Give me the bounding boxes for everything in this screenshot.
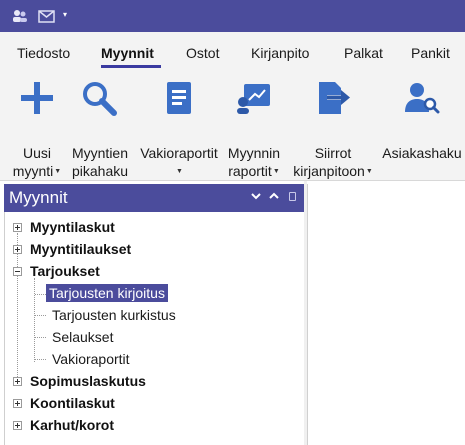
plus-icon (19, 80, 55, 121)
standard-reports-dropdown: ▼ (176, 168, 183, 175)
ribbon: Tiedosto Myynnit Ostot Kirjanpito Palkat… (0, 32, 465, 181)
collapse-up-icon[interactable] (268, 189, 280, 207)
tree-line (34, 278, 35, 362)
tree-item-sopimuslaskutus[interactable]: Sopimuslaskutus (30, 372, 146, 390)
pane-title: Myynnit (9, 188, 68, 207)
customer-search-icon (404, 80, 440, 121)
tree-item-myyntilaskut[interactable]: Myyntilaskut (30, 218, 115, 236)
expand-sopimuslaskutus-icon[interactable] (13, 377, 22, 386)
sales-reports-label-2: raportit▼ (228, 163, 280, 179)
customer-search-label: Asiakashaku (382, 145, 462, 161)
sales-reports-label-1: Myynnin (227, 145, 281, 161)
navigation-pane-header: Myynnit (4, 184, 304, 212)
transfer-to-accounting-button[interactable]: Siirrot kirjanpitoon▼ (287, 76, 379, 182)
new-sale-button[interactable]: Uusi myynti▼ (8, 76, 66, 182)
pin-icon[interactable] (289, 192, 296, 201)
tab-pankit[interactable]: Pankit (411, 45, 450, 61)
tree-item-selaukset[interactable]: Selaukset (52, 328, 113, 346)
transfer-label-1: Siirrot (314, 145, 352, 161)
tree-item-vakioraportit[interactable]: Vakioraportit (52, 350, 130, 368)
expand-myyntilaskut-icon[interactable] (13, 223, 22, 232)
tab-palkat[interactable]: Palkat (344, 45, 383, 61)
content-pane (307, 184, 465, 445)
collapse-tarjoukset-icon[interactable] (13, 267, 22, 276)
users-edit-icon[interactable] (12, 8, 28, 24)
tree-line (17, 233, 18, 383)
new-sale-label-1: Uusi (22, 145, 51, 161)
tree-item-myyntitilaukset[interactable]: Myyntitilaukset (30, 240, 131, 258)
report-icon (163, 80, 195, 121)
quick-search-button[interactable]: Myyntien pikahaku (66, 76, 134, 182)
tree-item-tarjousten-kirjoitus[interactable]: Tarjousten kirjoitus (46, 284, 168, 302)
title-bar: ▾ (0, 0, 465, 32)
tree-line (35, 315, 46, 316)
new-sale-label-2: myynti▼ (12, 163, 62, 179)
tree-line (35, 359, 46, 360)
chart-screen-icon (236, 80, 272, 121)
tab-tiedosto[interactable]: Tiedosto (17, 45, 70, 61)
customer-search-button[interactable]: Asiakashaku (379, 76, 465, 182)
search-icon (81, 80, 119, 121)
expand-myyntitilaukset-icon[interactable] (13, 245, 22, 254)
tree-line (35, 294, 46, 295)
tree-item-koontilaskut[interactable]: Koontilaskut (30, 394, 115, 412)
tab-kirjanpito[interactable]: Kirjanpito (251, 45, 309, 61)
tree-item-karhut-korot[interactable]: Karhut/korot (30, 416, 114, 434)
tree-line (35, 337, 46, 338)
standard-reports-label: Vakioraportit (140, 145, 218, 161)
transfer-label-2: kirjanpitoon▼ (293, 163, 373, 179)
collapse-down-icon[interactable] (250, 189, 262, 207)
expand-karhut-korot-icon[interactable] (13, 421, 22, 430)
tab-myynnit[interactable]: Myynnit (101, 45, 154, 61)
envelope-icon[interactable] (38, 8, 55, 24)
tab-ostot[interactable]: Ostot (186, 45, 219, 61)
tree-item-tarjousten-kurkistus[interactable]: Tarjousten kurkistus (52, 306, 176, 324)
navigation-pane: Myynnit Myyntilaskut Myyntitilaukset Tar… (4, 184, 304, 445)
sales-reports-button[interactable]: Myynnin raportit▼ (222, 76, 286, 182)
expand-koontilaskut-icon[interactable] (13, 399, 22, 408)
quick-search-label-2: pikahaku (71, 163, 129, 179)
standard-reports-button[interactable]: Vakioraportit ▼ (133, 76, 225, 182)
pane-border (4, 212, 5, 445)
transfer-icon (315, 80, 351, 121)
tree-item-tarjoukset[interactable]: Tarjoukset (30, 262, 100, 280)
chevron-down-icon[interactable]: ▾ (63, 11, 67, 19)
active-tab-indicator (101, 65, 161, 68)
quick-search-label-1: Myyntien (71, 145, 129, 161)
